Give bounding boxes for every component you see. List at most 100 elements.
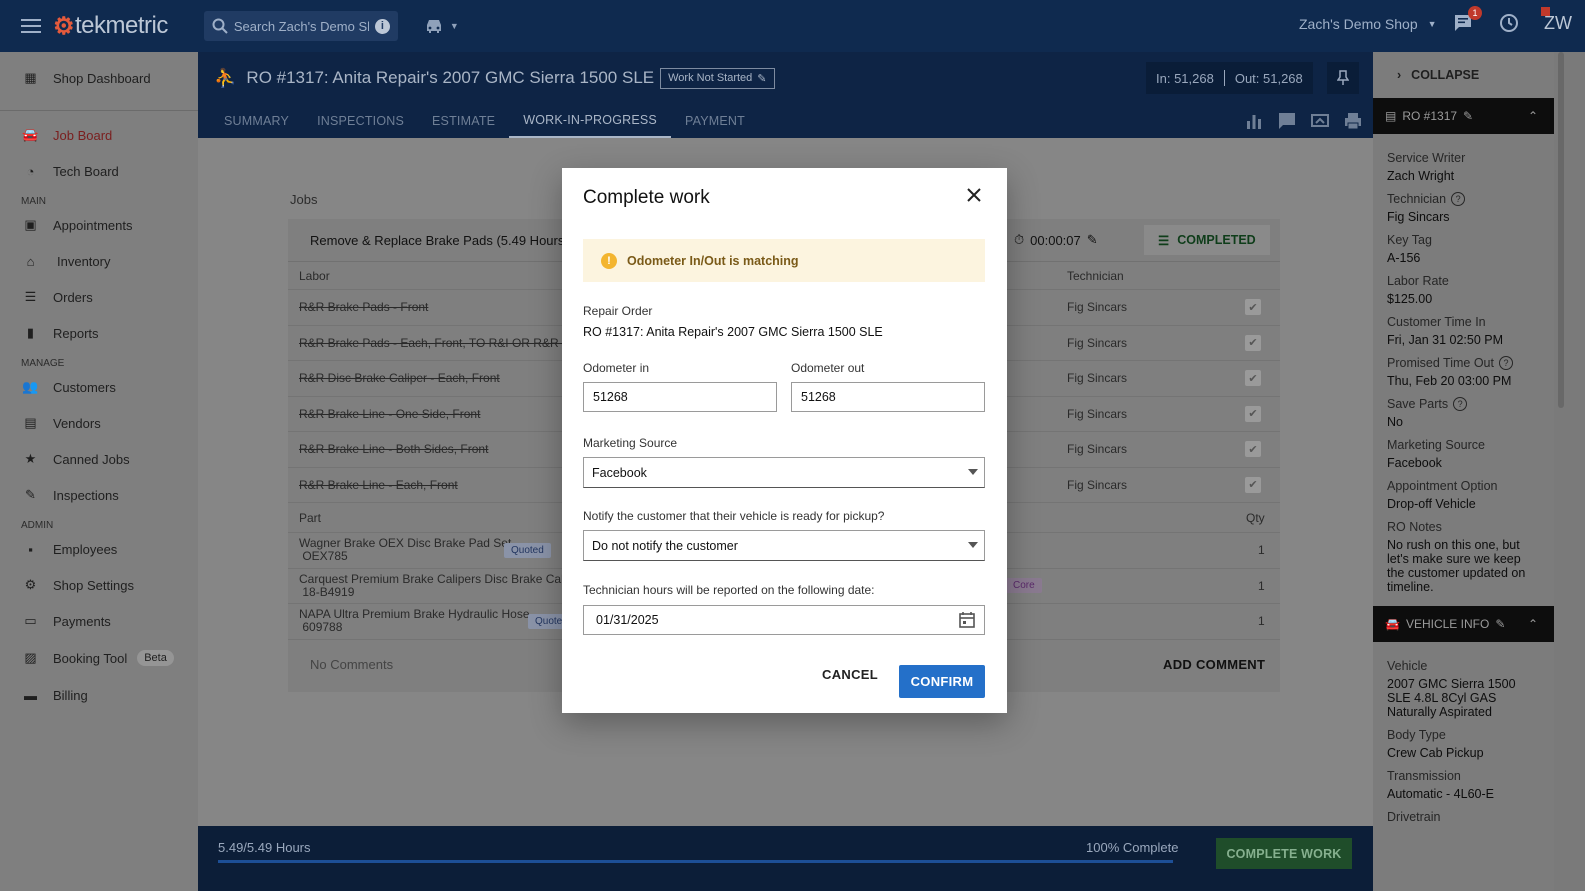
pin-button[interactable] — [1327, 62, 1359, 94]
odometer-display[interactable]: In: 51,268 Out: 51,268 — [1146, 62, 1313, 94]
part-number: 609788 — [302, 620, 343, 635]
scrollbar[interactable] — [1554, 52, 1585, 891]
complete-checkbox[interactable]: ✔ — [1245, 299, 1261, 316]
help-icon[interactable]: ? — [1498, 356, 1513, 370]
field-label-text: Marketing Source — [1387, 438, 1485, 452]
sidebar-item-shop-settings[interactable]: ⚙ Shop Settings — [0, 567, 198, 603]
sidebar-item-canned-jobs[interactable]: ★ Canned Jobs — [0, 441, 198, 477]
complete-checkbox[interactable]: ✔ — [1245, 441, 1261, 458]
labor-name: R&R Brake Pads - Each, Front, TO R&I OR … — [299, 335, 588, 350]
sidebar-item-billing[interactable]: ▬ Billing — [0, 677, 198, 713]
field-label-text: Body Type — [1387, 728, 1446, 742]
logo-mark-icon: ⚙ — [53, 12, 75, 40]
labor-tech: Fig Sincars — [1067, 477, 1128, 492]
complete-checkbox[interactable]: ✔ — [1245, 370, 1261, 387]
field-label-text: Save Parts — [1387, 397, 1449, 411]
tab-estimate[interactable]: ESTIMATE — [418, 104, 509, 138]
sidebar-item-orders[interactable]: ☰ Orders — [0, 279, 198, 315]
vehicle-field-value: Automatic - 4L60-E — [1387, 787, 1494, 801]
ro-status-button[interactable]: Work Not Started ✎ — [660, 67, 775, 89]
progress-bar — [218, 860, 1173, 863]
stopwatch-icon: ⏱ — [1014, 232, 1025, 247]
ro-field: Marketing Source Facebook — [1373, 438, 1554, 470]
part-column-header: Part — [299, 510, 322, 525]
odometer-out-input[interactable]: 51268 — [791, 382, 985, 412]
search-placeholder: Search Zach's Demo Shop — [233, 18, 369, 34]
print-icon[interactable] — [1343, 111, 1363, 131]
add-comment-button[interactable]: ADD COMMENT — [1163, 657, 1265, 672]
complete-checkbox[interactable]: ✔ — [1245, 405, 1261, 422]
calendar-icon[interactable] — [958, 611, 976, 629]
close-button[interactable] — [963, 184, 985, 206]
sidebar-item-booking-tool[interactable]: ▨ Booking Tool Beta — [0, 639, 198, 677]
sidebar-item-vendors[interactable]: ▤ Vendors — [0, 405, 198, 441]
tab-payment[interactable]: PAYMENT — [671, 104, 759, 138]
collapse-button[interactable]: › COLLAPSE — [1373, 52, 1554, 98]
ro-field-value: A-156 — [1387, 251, 1421, 265]
confirm-button[interactable]: CONFIRM — [899, 665, 985, 698]
sidebar-item-customers[interactable]: 👥 Customers — [0, 369, 198, 405]
vehicle-field-label: Drivetrain — [1387, 810, 1540, 824]
core-badge: Core — [1006, 578, 1042, 594]
ro-field-label: Key Tag — [1387, 233, 1540, 247]
labor-tech: Fig Sincars — [1067, 335, 1128, 350]
sidebar-item-job-board[interactable]: 🚘 Job Board — [0, 117, 198, 153]
chevron-right-icon: › — [1397, 68, 1402, 82]
sidebar-label: Orders — [53, 289, 93, 305]
sidebar-item-tech-board[interactable]: ◔ Tech Board — [0, 153, 198, 189]
marketing-source-select[interactable]: Facebook — [583, 457, 985, 488]
menu-icon[interactable] — [21, 19, 41, 33]
car-icon: 🚘 — [1385, 617, 1400, 631]
scrollbar-thumb[interactable] — [1558, 52, 1564, 408]
part-qty: 1 — [1258, 578, 1265, 593]
notify-customer-select[interactable]: Do not notify the customer — [583, 530, 985, 561]
job-timer[interactable]: ⏱ 00:00:07 ✎ — [1014, 232, 1098, 248]
percent-complete: 100% Complete — [1086, 840, 1179, 855]
vehicle-info-header[interactable]: 🚘 VEHICLE INFO ✎ ⌃ — [1373, 606, 1554, 642]
part-number: OEX785 — [302, 549, 348, 564]
complete-checkbox[interactable]: ✔ — [1245, 476, 1261, 493]
tab-inspections[interactable]: INSPECTIONS — [303, 104, 418, 138]
car-icon — [426, 20, 441, 33]
complete-work-button[interactable]: COMPLETE WORK — [1216, 838, 1352, 869]
history-button[interactable] — [1498, 12, 1520, 34]
star-icon: ★ — [24, 451, 37, 466]
tech-date-value: 01/31/2025 — [596, 613, 659, 627]
sidebar-item-inventory[interactable]: ⌂ Inventory — [0, 243, 198, 279]
pencil-icon[interactable]: ✎ — [1495, 617, 1505, 631]
help-icon[interactable]: ? — [1451, 192, 1466, 206]
id-card-icon: ▪ — [28, 541, 33, 557]
tab-summary[interactable]: SUMMARY — [210, 104, 303, 138]
sidebar-label: Customers — [53, 379, 116, 395]
completed-button[interactable]: ☰ COMPLETED — [1144, 225, 1270, 255]
complete-checkbox[interactable]: ✔ — [1245, 334, 1261, 351]
message-icon[interactable] — [1277, 111, 1297, 131]
sidebar-item-payments[interactable]: ▭ Payments — [0, 603, 198, 639]
ro-field-label: Technician? — [1387, 192, 1540, 206]
user-avatar[interactable]: ZW — [1541, 6, 1572, 34]
search-input[interactable]: Search Zach's Demo Shop i — [203, 11, 398, 41]
pencil-icon[interactable]: ✎ — [1463, 109, 1473, 123]
vehicle-menu-button[interactable]: ▼ — [424, 18, 459, 34]
chevron-down-icon: ▼ — [449, 21, 459, 31]
sidebar-item-inspections[interactable]: ✎ Inspections — [0, 477, 198, 513]
shop-selector[interactable]: Zach's Demo Shop ▼ — [1299, 16, 1437, 32]
sidebar-item-appointments[interactable]: ▣ Appointments — [0, 207, 198, 243]
field-label-text: Transmission — [1387, 769, 1461, 783]
tab-work-in-progress[interactable]: WORK-IN-PROGRESS — [509, 104, 671, 138]
ro-field-value: Zach Wright — [1387, 169, 1455, 183]
odometer-in-input[interactable]: 51268 — [583, 382, 777, 412]
tech-date-input[interactable]: 01/31/2025 — [583, 605, 985, 635]
sidebar-item-reports[interactable]: ▮ Reports — [0, 315, 198, 351]
info-icon[interactable]: i — [374, 18, 390, 34]
bar-chart-icon[interactable] — [1244, 111, 1264, 131]
help-icon[interactable]: ? — [1453, 397, 1468, 411]
sidebar-item-shop-dashboard[interactable]: ▦ Shop Dashboard — [0, 52, 198, 104]
display-icon[interactable] — [1310, 111, 1330, 131]
payments-icon: ▭ — [24, 613, 37, 628]
cancel-button[interactable]: CANCEL — [822, 667, 878, 682]
ro-section-header[interactable]: ▤ RO #1317 ✎ ⌃ — [1373, 98, 1554, 134]
messages-button[interactable]: 1 — [1452, 6, 1482, 34]
tekmetric-logo[interactable]: ⚙ tekmetric — [53, 12, 168, 41]
sidebar-item-employees[interactable]: ▪ Employees — [0, 531, 198, 567]
